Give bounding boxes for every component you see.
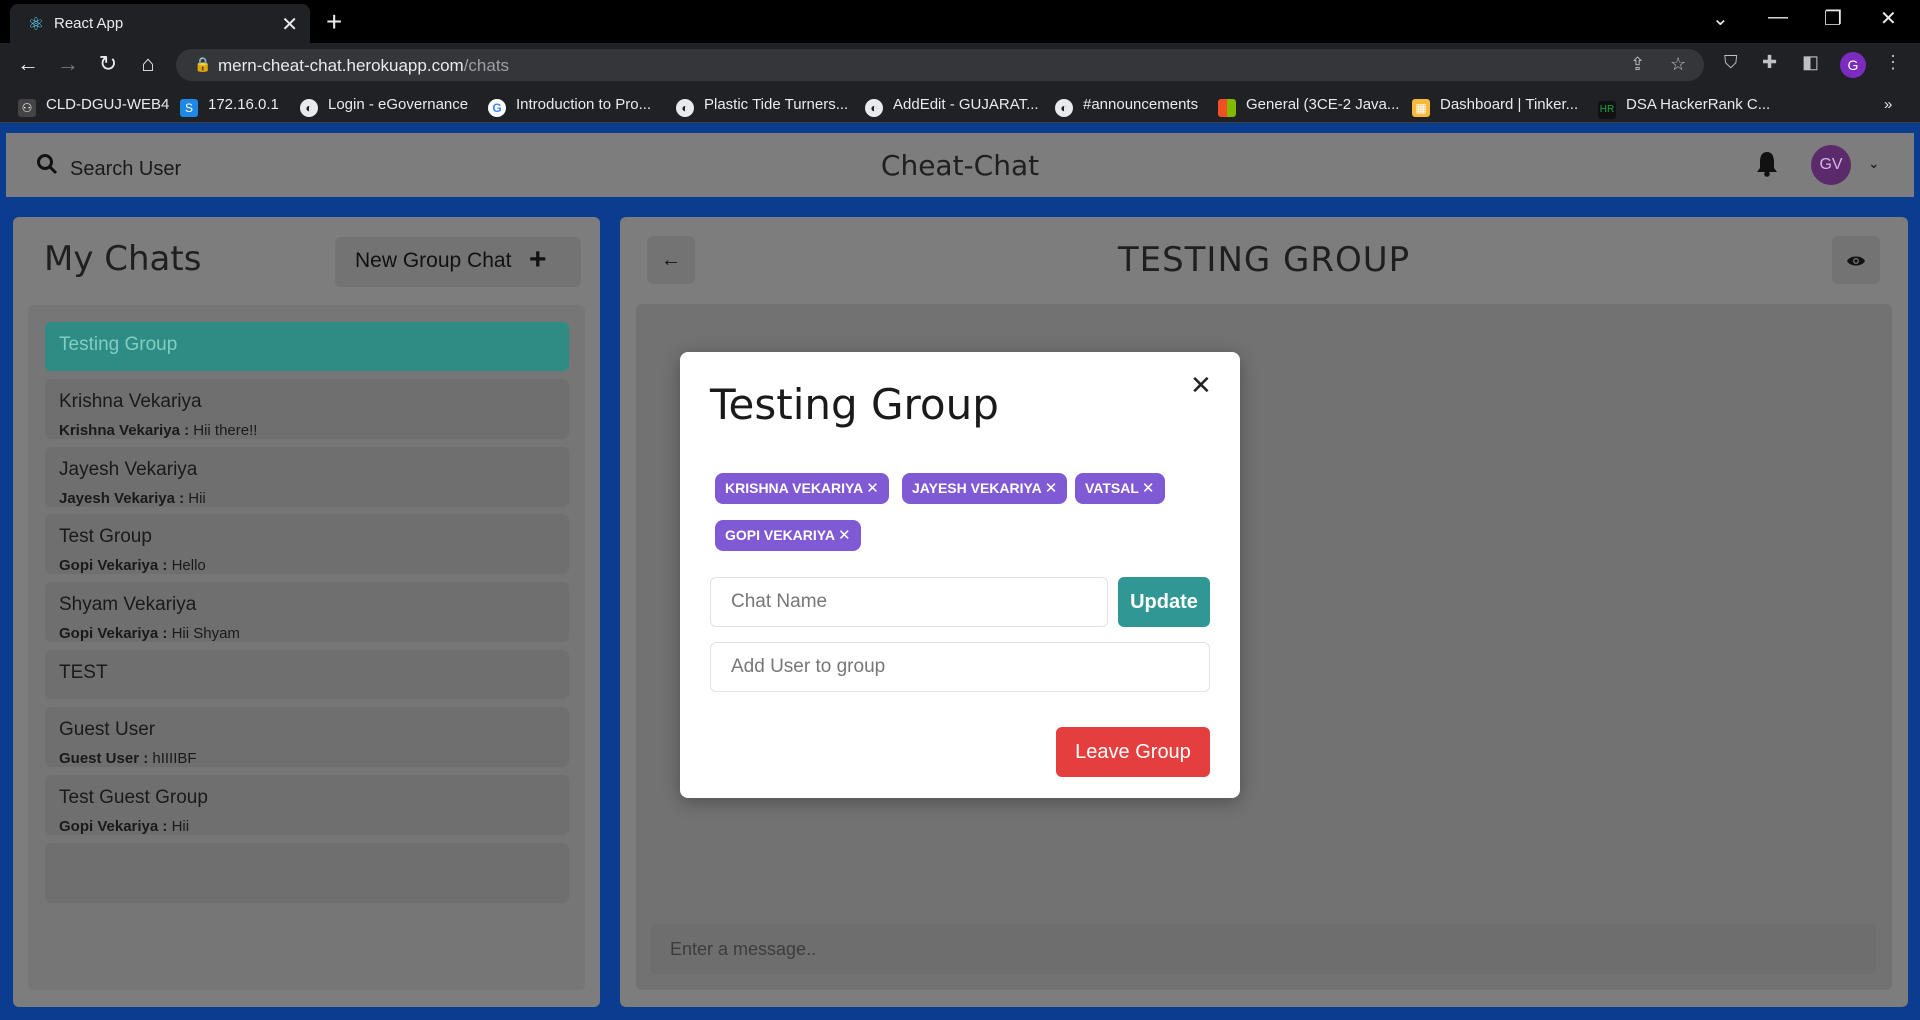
bookmark-item[interactable]: General (3CE-2 Java...: [1218, 96, 1399, 117]
chat-item-last-message: Jayesh Vekariya : Hii: [59, 490, 206, 507]
bookmark-item[interactable]: ◐ Login - eGovernance: [300, 96, 468, 117]
react-icon: ⚛: [27, 14, 45, 34]
browser-toolbar: ← → ↻ ⌂ 🔒 mern-cheat-chat.herokuapp.com/…: [0, 43, 1920, 87]
leave-group-button[interactable]: Leave Group: [1056, 727, 1210, 777]
shield-extension-icon[interactable]: ⛉: [1724, 52, 1738, 73]
extensions-puzzle-icon[interactable]: ✚: [1762, 52, 1777, 73]
chat-item[interactable]: Krishna Vekariya Krishna Vekariya : Hii …: [45, 379, 569, 439]
browser-tabstrip: ⚛ React App ✕ + ⌄ — ❐ ✕: [0, 0, 1920, 43]
view-group-button[interactable]: [1832, 236, 1880, 284]
add-user-input[interactable]: [710, 642, 1210, 692]
tab-search-icon[interactable]: ⌄: [1712, 6, 1729, 31]
plus-icon: +: [529, 243, 547, 276]
chat-item-last-message: Gopi Vekariya : Hii Shyam: [59, 625, 240, 642]
bookmark-item[interactable]: ▦ Dashboard | Tinker...: [1412, 96, 1578, 117]
reload-icon[interactable]: ↻: [94, 51, 122, 77]
chat-item[interactable]: Jayesh Vekariya Jayesh Vekariya : Hii: [45, 447, 569, 507]
chat-item-last-message: Gopi Vekariya : Hello: [59, 557, 206, 574]
new-tab-icon[interactable]: +: [326, 6, 342, 38]
address-bar[interactable]: 🔒 mern-cheat-chat.herokuapp.com/chats ⇪ …: [176, 49, 1704, 81]
chat-item[interactable]: Test Guest Group Gopi Vekariya : Hii: [45, 775, 569, 835]
tab-title: React App: [54, 15, 124, 32]
chevron-down-icon[interactable]: ⌄: [1868, 155, 1880, 172]
new-group-chat-label: New Group Chat: [355, 249, 512, 272]
modal-title: Testing Group: [710, 380, 999, 429]
user-avatar[interactable]: GV: [1811, 145, 1851, 185]
browser-menu-icon[interactable]: ⋮: [1884, 52, 1902, 73]
app-title: Cheat-Chat: [880, 149, 1040, 182]
group-settings-modal: Testing Group ✕ KRISHNA VEKARIYA ✕ JAYESH…: [680, 352, 1240, 798]
url-text: mern-cheat-chat.herokuapp.com/chats: [218, 56, 510, 75]
forward-icon[interactable]: →: [54, 51, 82, 77]
member-badge[interactable]: JAYESH VEKARIYA ✕: [902, 473, 1068, 504]
chat-item-name: TEST: [59, 662, 108, 683]
chat-item-name: Shyam Vekariya: [59, 594, 197, 615]
bookmarks-bar: ⚇ CLD-DGUJ-WEB4 S 172.16.0.1 ◐ Login - eGov…: [0, 87, 1920, 123]
member-badge[interactable]: KRISHNA VEKARIYA ✕: [715, 473, 889, 504]
close-window-icon[interactable]: ✕: [1880, 6, 1897, 31]
remove-member-icon[interactable]: ✕: [866, 480, 879, 497]
bookmark-star-icon[interactable]: ☆: [1670, 54, 1686, 75]
bookmark-item[interactable]: HR DSA HackerRank C...: [1598, 96, 1770, 119]
chat-item-last-message: Guest User : hIIIIBF: [59, 750, 197, 767]
bookmark-item[interactable]: S 172.16.0.1: [180, 96, 279, 117]
chat-name-input[interactable]: [710, 577, 1108, 627]
bookmark-item[interactable]: ◐ Plastic Tide Turners...: [676, 96, 848, 117]
member-badge[interactable]: GOPI VEKARIYA ✕: [715, 520, 861, 551]
new-group-chat-button[interactable]: New Group Chat +: [335, 237, 581, 287]
side-panel-icon[interactable]: ◧: [1802, 52, 1819, 73]
share-icon[interactable]: ⇪: [1630, 54, 1645, 75]
chat-item-testing-group[interactable]: Testing Group: [45, 322, 569, 371]
bookmark-item[interactable]: ⚇ CLD-DGUJ-WEB4: [18, 96, 169, 117]
restore-icon[interactable]: ❐: [1824, 6, 1842, 31]
home-icon[interactable]: ⌂: [134, 51, 162, 77]
back-icon[interactable]: ←: [14, 51, 42, 77]
chat-item-last-message: Gopi Vekariya : Hii: [59, 818, 190, 835]
bookmark-item[interactable]: G Introduction to Pro...: [488, 96, 651, 117]
message-input[interactable]: [650, 924, 1876, 974]
chat-list: Testing Group Krishna Vekariya Krishna V…: [28, 305, 585, 990]
my-chats-title: My Chats: [44, 239, 202, 279]
remove-member-icon[interactable]: ✕: [838, 527, 851, 544]
chat-item-name: Test Group: [59, 526, 152, 547]
remove-member-icon[interactable]: ✕: [1142, 480, 1155, 497]
my-chats-panel: My Chats New Group Chat + Testing Group …: [13, 217, 600, 1007]
bookmark-item[interactable]: ◐ #announcements: [1055, 96, 1198, 117]
member-badge[interactable]: VATSAL ✕: [1075, 473, 1165, 504]
chat-title: TESTING GROUP: [1117, 240, 1411, 280]
chat-item-name: Jayesh Vekariya: [59, 459, 198, 480]
update-button[interactable]: Update: [1118, 577, 1210, 627]
more-bookmarks-icon[interactable]: »: [1884, 96, 1892, 113]
chat-item-name: Test Guest Group: [59, 787, 208, 808]
chat-item-name: Testing Group: [59, 334, 178, 355]
minimize-icon[interactable]: —: [1768, 6, 1788, 29]
close-modal-icon[interactable]: ✕: [1190, 370, 1212, 401]
chat-item-name: Krishna Vekariya: [59, 391, 202, 412]
bookmark-item[interactable]: ◐ AddEdit - GUJARAT...: [865, 96, 1039, 117]
chat-item-name: Guest User: [59, 719, 156, 740]
app-header: Search User Cheat-Chat GV ⌄: [6, 133, 1914, 197]
chat-item-partial[interactable]: [45, 843, 569, 903]
chat-item[interactable]: Shyam Vekariya Gopi Vekariya : Hii Shyam: [45, 582, 569, 642]
browser-profile-avatar[interactable]: G: [1840, 52, 1866, 78]
remove-member-icon[interactable]: ✕: [1045, 480, 1058, 497]
chat-item[interactable]: TEST: [45, 650, 569, 699]
bell-icon[interactable]: [1756, 151, 1778, 184]
eye-icon: [1846, 250, 1866, 270]
chat-item[interactable]: Guest User Guest User : hIIIIBF: [45, 707, 569, 767]
close-tab-icon[interactable]: ✕: [281, 12, 298, 37]
browser-tab[interactable]: ⚛ React App ✕: [10, 4, 310, 43]
chat-item[interactable]: Test Group Gopi Vekariya : Hello: [45, 514, 569, 574]
chat-item-last-message: Krishna Vekariya : Hii there!!: [59, 422, 258, 439]
lock-icon: 🔒: [194, 56, 212, 72]
